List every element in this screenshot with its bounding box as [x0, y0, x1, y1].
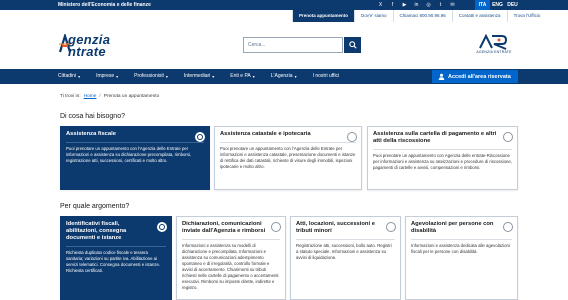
card-divider: [66, 246, 166, 247]
agency-logo-text: AGENZIA ENTRATE: [476, 50, 512, 54]
card-title: Agevolazioni per persone con disabilità: [411, 221, 494, 234]
card-divider: [182, 239, 280, 240]
mail-icon[interactable]: ✉: [448, 1, 457, 9]
card-divider: [66, 142, 204, 143]
top-utility-bar: Ministero dell'Economia e delle finanze …: [0, 0, 568, 10]
chevron-down-icon: ▾: [78, 73, 81, 79]
breadcrumb-home-link[interactable]: Home: [84, 94, 97, 99]
nav-label: L'Agenzia: [270, 73, 293, 79]
card-divider: [296, 239, 395, 240]
card-title: Atti, locazioni, successioni e tributi m…: [296, 221, 375, 234]
lang-eng[interactable]: ENG: [490, 0, 505, 10]
nav-agenzia[interactable]: L'Agenzia ▾: [271, 69, 313, 84]
language-switcher: ITA ENG DEU: [475, 0, 520, 10]
chevron-down-icon: ▾: [116, 73, 119, 79]
section-topic-title: Per quale argomento?: [60, 203, 130, 210]
topic-card-disability[interactable]: Agevolazioni per persone con disabilità …: [405, 216, 518, 300]
nav-intermediari[interactable]: Intermediari ▾: [184, 69, 230, 84]
radio-unselected-icon[interactable]: [347, 132, 357, 142]
breadcrumb-current: Prenota un appuntamento: [103, 94, 160, 99]
find-office-link[interactable]: Trova l'Ufficio: [506, 10, 547, 22]
nav-uffici[interactable]: I nostri uffici: [313, 69, 354, 84]
ministry-link[interactable]: Ministero dell'Economia e delle finanze: [58, 1, 151, 9]
card-title: Assistenza fiscale: [66, 131, 116, 137]
topic-card-deeds[interactable]: Atti, locazioni, successioni e tributi m…: [290, 216, 401, 300]
youtube-icon[interactable]: ▶: [400, 1, 409, 9]
radio-unselected-icon[interactable]: [503, 132, 513, 142]
card-description: Puoi prenotare un appuntamento con l'Age…: [220, 146, 356, 169]
nav-imprese[interactable]: Imprese ▾: [96, 69, 134, 84]
search-button[interactable]: [344, 37, 361, 53]
search-placeholder: Cerca...: [248, 42, 266, 48]
card-description: Registrazione atti, successioni, bollo a…: [296, 243, 392, 260]
lang-deu[interactable]: DEU: [505, 0, 520, 10]
nav-label: Enti e PA: [230, 73, 251, 79]
telegram-icon[interactable]: t: [436, 1, 445, 9]
agency-emblem-icon: [479, 33, 508, 50]
logo-word-entrate: ntrate: [68, 44, 106, 59]
call-us-link[interactable]: Chiamaci 800.90.96.96: [392, 10, 452, 22]
reserved-area-button[interactable]: Accedi all'area riservata: [432, 70, 518, 83]
radio-unselected-icon[interactable]: [271, 222, 281, 232]
linkedin-icon[interactable]: in: [412, 1, 421, 9]
nav-label: Intermediari: [183, 73, 211, 79]
contacts-link[interactable]: Contatti e assistenza: [451, 10, 507, 22]
card-divider: [411, 239, 512, 240]
chevron-down-icon: ▾: [165, 73, 168, 79]
need-card-payment-assistance[interactable]: Assistenza sulla cartella di pagamento e…: [367, 126, 518, 190]
nav-label: Professionisti: [134, 73, 164, 79]
search-icon: [348, 41, 357, 49]
agenzia-entrate-logo[interactable]: genzia ntrate: [58, 30, 138, 60]
instagram-icon[interactable]: ◎: [424, 1, 433, 9]
chevron-down-icon: ▾: [294, 73, 297, 79]
radio-unselected-icon[interactable]: [386, 222, 396, 232]
card-title: Identificativi fiscali, abilitazioni, co…: [66, 221, 127, 241]
section-need-title: Di cosa hai bisogno?: [60, 113, 125, 120]
facebook-icon[interactable]: f: [388, 1, 397, 9]
nav-label: Imprese: [96, 73, 115, 79]
nav-professionisti[interactable]: Professionisti ▾: [134, 69, 184, 84]
breadcrumb: Ti trovi in: Home / Prenota un appuntame…: [60, 94, 159, 99]
card-title: Dichiarazioni, comunicazioni inviate dal…: [182, 221, 266, 234]
reserved-area-label: Accedi all'area riservata: [448, 73, 511, 80]
card-description: Informazioni e assistenza su modelli di …: [182, 243, 279, 290]
lang-ita[interactable]: ITA: [475, 0, 490, 10]
search-input[interactable]: Cerca...: [243, 37, 343, 53]
radio-selected-icon[interactable]: [195, 132, 205, 142]
chevron-down-icon: ▾: [252, 73, 255, 79]
nav-label: Cittadini: [58, 73, 77, 79]
card-title: Assistenza sulla cartella di pagamento e…: [373, 131, 497, 144]
breadcrumb-separator: /: [99, 94, 101, 99]
card-description: Puoi prenotare un appuntamento con Agenz…: [373, 153, 513, 170]
breadcrumb-prefix: Ti trovi in:: [60, 94, 81, 99]
card-divider: [220, 142, 356, 143]
nav-cittadini[interactable]: Cittadini ▾: [58, 69, 96, 84]
where-we-are-link[interactable]: Dov'e' siamo: [354, 10, 392, 22]
social-links: X f ▶ in ◎ t ✉: [376, 0, 457, 10]
book-appointment-link[interactable]: Prenota appuntamento: [292, 10, 355, 22]
chevron-down-icon: ▾: [212, 73, 215, 79]
topic-card-declarations[interactable]: Dichiarazioni, comunicazioni inviate dal…: [176, 216, 286, 300]
card-description: Richiesta duplicato codice fiscale e tes…: [66, 250, 161, 273]
card-title: Assistenza catastale e ipotecaria: [220, 131, 311, 137]
need-card-tax-assistance[interactable]: Assistenza fiscale Puoi prenotare un app…: [60, 126, 210, 190]
nav-enti-pa[interactable]: Enti e PA ▾: [230, 69, 270, 84]
card-description: Informazioni e assistenza dedicata alle …: [411, 243, 510, 254]
x-icon[interactable]: X: [376, 1, 385, 9]
card-description: Puoi prenotare un appuntamento con l'Age…: [66, 146, 192, 163]
radio-selected-icon[interactable]: [157, 222, 167, 232]
user-icon: [438, 73, 445, 80]
service-nav: Prenota appuntamento Dov'e' siamo Chiama…: [292, 10, 546, 22]
card-divider: [373, 149, 512, 150]
agency-brand-logo[interactable]: AGENZIA ENTRATE: [472, 33, 516, 56]
radio-unselected-icon[interactable]: [503, 222, 513, 232]
nav-label: I nostri uffici: [312, 73, 340, 79]
topic-card-identifiers[interactable]: Identificativi fiscali, abilitazioni, co…: [60, 216, 172, 300]
need-card-cadastral-assistance[interactable]: Assistenza catastale e ipotecaria Puoi p…: [214, 126, 362, 190]
